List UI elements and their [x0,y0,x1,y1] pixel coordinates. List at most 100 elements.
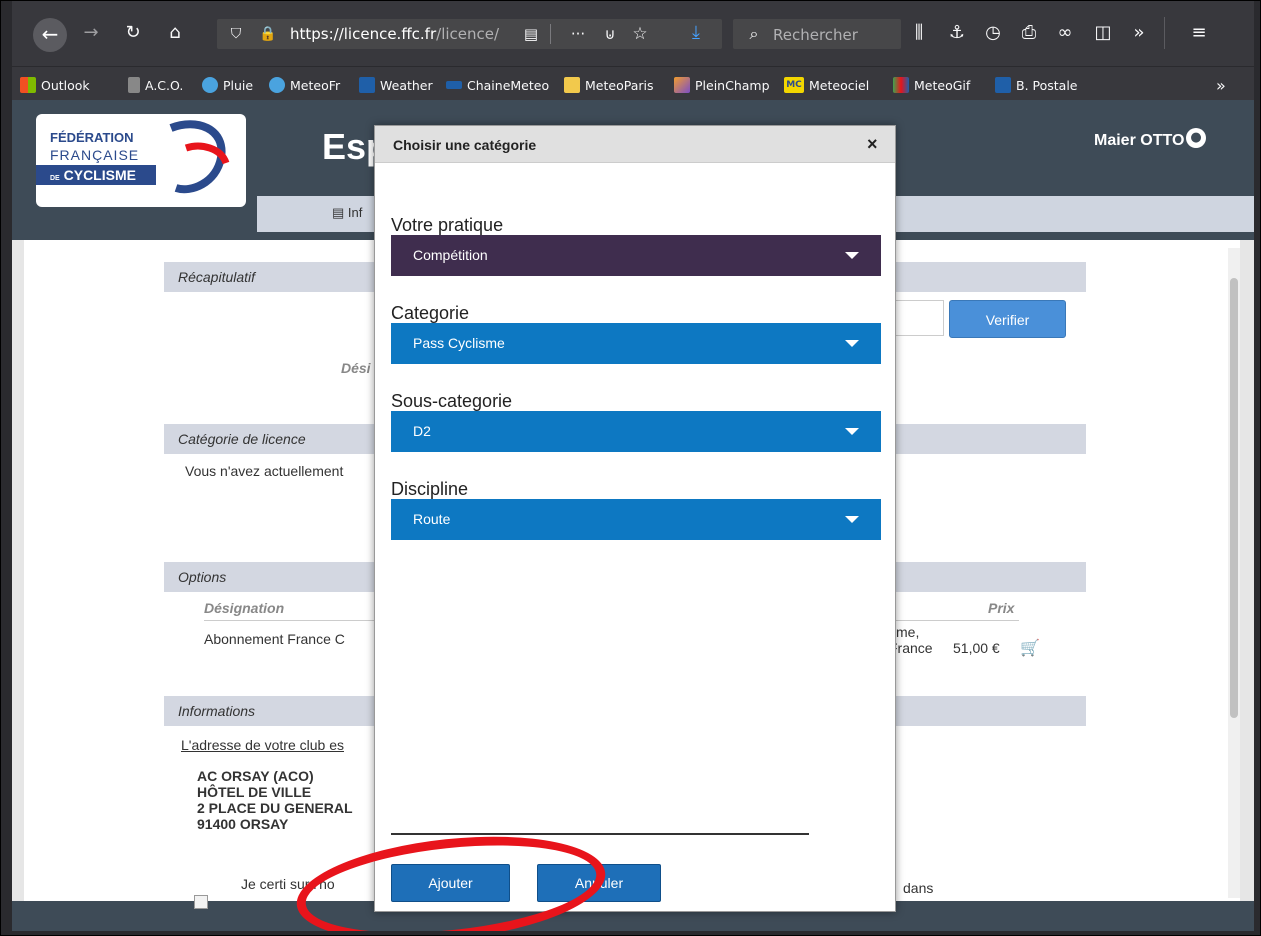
logo-swoosh-icon [169,120,230,194]
bpostale-icon [995,77,1011,93]
bookmark-outlook[interactable]: Outlook [20,75,90,95]
bookmark-bpostale[interactable]: B. Postale [995,75,1078,95]
categorie-value: Pass Cyclisme [413,335,505,351]
option-price: 51,00 € [953,640,1000,656]
more-icon[interactable]: ··· [567,23,589,45]
bookmark-label: MeteoParis [585,77,654,93]
window-left-border [1,1,12,935]
certify-end: dans [903,880,934,896]
discipline-label: Discipline [391,479,469,499]
club-address-link[interactable]: L'adresse de votre club es [181,737,344,753]
add-button[interactable]: Ajouter [391,864,510,902]
bookmark-pleinchamp[interactable]: PleinChamp [674,75,770,95]
search-icon: ⌕ [749,24,759,43]
browser-window: ← → ↻ ⌂ ⛉ 🔒 https://licence.ffc.fr/licen… [0,0,1261,936]
pratique-label: Votre pratique [391,215,504,235]
overflow-icon[interactable]: » [1128,22,1150,44]
bookmarks-bar: Outlook A.C.O. Pluie MeteoFr Weather Cha… [12,66,1254,100]
bookmark-label: MeteoGif [914,77,971,93]
tab-icon[interactable]: ◫ [1092,22,1114,44]
pocket-icon[interactable]: ⊍ [599,23,621,45]
back-icon[interactable]: ← [33,18,67,52]
search-bar[interactable]: ⌕ Rechercher [733,19,901,49]
bookmark-label: PleinChamp [695,77,770,93]
options-col-designation: Désignation [204,600,285,616]
hamburger-menu-icon[interactable]: ≡ [1188,22,1210,44]
url-text[interactable]: https://licence.ffc.fr/licence/ [290,25,520,43]
scroll-thumb[interactable] [1230,278,1238,718]
club-name: AC ORSAY (ACO) [197,768,314,784]
search-placeholder[interactable]: Rechercher [773,26,858,44]
bookmark-label: Outlook [41,77,90,93]
star-icon[interactable]: ☆ [629,23,651,45]
cancel-button[interactable]: Annuler [537,864,661,902]
page-scrollbar[interactable] [1228,248,1240,898]
category-modal: Choisir une catégorie × Votre pratique C… [374,125,896,912]
home-icon[interactable]: ⌂ [164,22,186,44]
reload-icon[interactable]: ↻ [122,22,144,44]
bookmark-label: ChaineMeteo [467,77,550,93]
discipline-value: Route [413,511,451,527]
bookmark-meteogif[interactable]: MeteoGif [893,75,970,95]
bookmark-weather[interactable]: Weather [359,75,433,95]
print-icon[interactable]: ⎙ [1018,22,1040,44]
bookmark-meteociel[interactable]: MC Meteociel [784,75,869,95]
bookmark-label: Meteociel [809,77,870,93]
bookmarks-overflow-icon[interactable]: » [1216,75,1226,95]
code-input[interactable] [894,300,944,336]
user-name[interactable]: Maier OTTO [1094,132,1184,150]
reader-icon[interactable]: ▤ [520,23,542,45]
options-col-prix: Prix [988,600,1015,616]
modal-title: Choisir une catégorie [393,137,537,153]
pratique-select[interactable]: Compétition [391,235,881,276]
bookmark-label: A.C.O. [145,77,184,93]
list-icon: ▤ [332,205,345,220]
sous-categorie-value: D2 [413,423,431,439]
logo-text: DE CYCLISME [36,165,156,185]
certify-start: Je certi [241,876,287,892]
bookmark-aco[interactable]: A.C.O. [128,75,183,95]
pluie-icon [202,77,218,93]
meteoparis-icon [564,77,580,93]
club-address-line: 2 PLACE DU GENERAL [197,800,353,816]
sous-categorie-label: Sous-categorie [391,391,513,411]
download-icon[interactable]: ⤓ [685,22,707,44]
shield-icon[interactable]: ⛉ [225,23,247,45]
library-icon[interactable]: ⫼ [908,22,930,44]
sous-categorie-select[interactable]: D2 [391,411,881,452]
modal-header: Choisir une catégorie × [375,126,895,163]
meteociel-icon: MC [784,77,804,93]
bookmark-label: B. Postale [1016,77,1078,93]
categorie-label: Categorie [391,303,470,323]
infinity-icon[interactable]: ∞ [1054,22,1076,44]
bookmark-label: MeteoFr [290,77,341,93]
verify-button[interactable]: Verifier [949,300,1066,338]
ffc-logo[interactable]: FÉDÉRATION FRANÇAISE DE CYCLISME [36,114,246,207]
chevron-down-icon [845,252,859,259]
nav-item-info[interactable]: ▤ Inf [332,205,362,221]
bookmark-meteoparis[interactable]: MeteoParis [564,75,653,95]
browser-toolbar: ← → ↻ ⌂ ⛉ 🔒 https://licence.ffc.fr/licen… [12,1,1254,66]
close-icon[interactable]: × [867,134,878,155]
lock-icon[interactable]: 🔒 [257,23,279,45]
categorie-select[interactable]: Pass Cyclisme [391,323,881,364]
discipline-select[interactable]: Route [391,499,881,540]
logo-cyclisme: CYCLISME [63,167,136,183]
chevron-down-icon [845,428,859,435]
bookmark-meteofr[interactable]: MeteoFr [269,75,340,95]
window-bottom-border [1,931,1260,935]
chevron-down-icon [845,516,859,523]
sidebar-icon[interactable]: ⚓ [946,22,968,44]
forward-icon[interactable]: → [80,22,102,44]
chevron-down-icon [845,340,859,347]
history-icon[interactable]: ◷ [982,22,1004,44]
cart-icon[interactable]: 🛒 [1020,638,1040,658]
aco-icon [128,77,140,93]
user-icon[interactable]: ● [1186,128,1206,148]
bookmark-chainemeteo[interactable]: ChaineMeteo [446,75,549,95]
club-address-line: 91400 ORSAY [197,816,289,832]
bookmark-pluie[interactable]: Pluie [202,75,253,95]
pleinchamp-icon [674,77,690,93]
url-bar[interactable]: ⛉ 🔒 https://licence.ffc.fr/licence/ ▤ ··… [217,19,722,49]
certify-checkbox[interactable] [194,895,208,909]
